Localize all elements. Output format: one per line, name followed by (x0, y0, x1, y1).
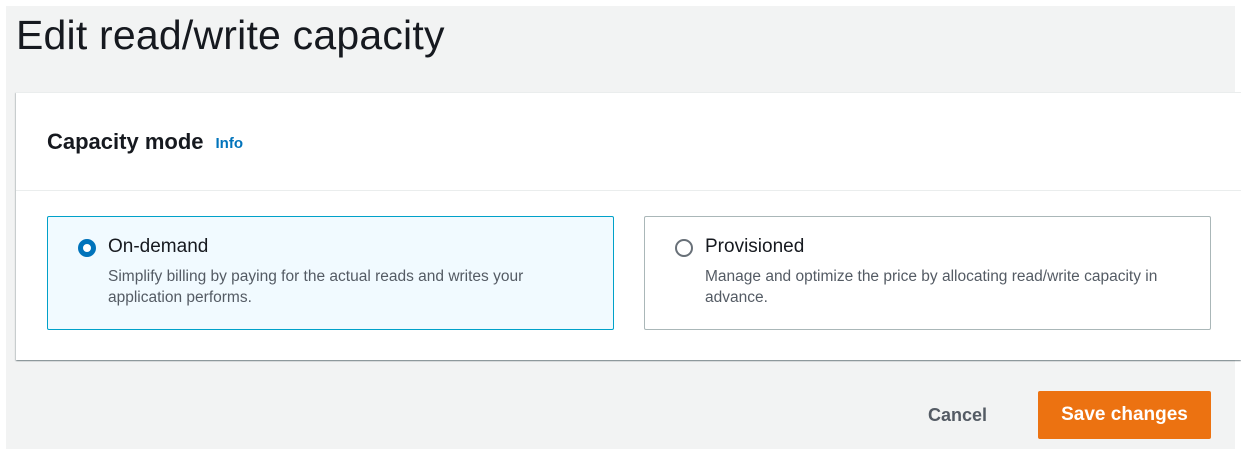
on-demand-label: On-demand (108, 236, 209, 257)
save-changes-button[interactable]: Save changes (1038, 391, 1211, 439)
left-frame-edge (0, 0, 6, 449)
provisioned-radio[interactable] (675, 239, 693, 257)
section-title: Capacity mode (47, 128, 204, 154)
provisioned-label: Provisioned (705, 236, 805, 257)
on-demand-description: Simplify billing by paying for the actua… (108, 268, 524, 306)
top-frame-edge (0, 0, 1241, 6)
on-demand-radio[interactable] (78, 239, 96, 257)
capacity-mode-container: Capacity mode Info On-demand Simplify bi… (16, 92, 1241, 360)
container-header: Capacity mode Info (16, 93, 1241, 191)
provisioned-tile[interactable]: Provisioned Manage and optimize the pric… (644, 216, 1211, 330)
provisioned-description: Manage and optimize the price by allocat… (705, 268, 1158, 306)
info-link[interactable]: Info (216, 135, 244, 152)
cancel-button[interactable]: Cancel (916, 395, 999, 435)
page-title: Edit read/write capacity (16, 12, 445, 58)
on-demand-tile[interactable]: On-demand Simplify billing by paying for… (47, 216, 614, 330)
